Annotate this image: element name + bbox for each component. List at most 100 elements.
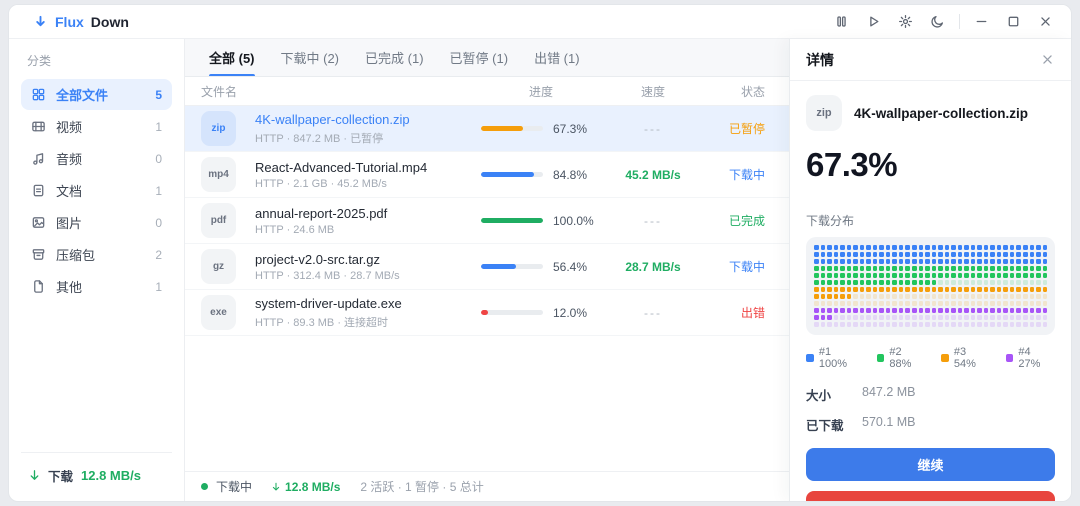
sidebar-item-音频[interactable]: 音频 0: [21, 143, 172, 174]
sidebar-item-其他[interactable]: 其他 1: [21, 271, 172, 302]
distribution-cell: [925, 294, 930, 299]
table-row[interactable]: pdf annual-report-2025.pdf HTTP · 24.6 MB 1…: [185, 198, 789, 244]
distribution-cell: [944, 273, 950, 278]
table-row[interactable]: zip 4K-wallpaper-collection.zip HTTP · 847…: [185, 106, 789, 152]
table-row[interactable]: mp4 React-Advanced-Tutorial.mp4 HTTP · 2.1…: [185, 152, 789, 198]
distribution-cell: [1009, 301, 1015, 306]
sidebar-item-label: 全部文件: [56, 88, 109, 103]
distribution-cell: [996, 301, 1002, 306]
sidebar: 分类 全部文件 5 视频 1 音频 0 文档 1 图片 0 压缩包 2 其他 1 下载 12.8 MB/s: [9, 39, 185, 501]
distribution-cell: [898, 245, 904, 250]
distribution-cell: [1003, 266, 1008, 271]
distribution-cell: [918, 280, 924, 285]
close-icon[interactable]: [1038, 14, 1053, 29]
sidebar-item-压缩包[interactable]: 压缩包 2: [21, 239, 172, 270]
table-header: 文件名 进度 速度 状态: [185, 77, 789, 106]
distribution-cell: [983, 259, 989, 264]
pause-icon[interactable]: [834, 14, 849, 29]
distribution-cell: [1023, 266, 1028, 271]
maximize-icon[interactable]: [1006, 14, 1021, 29]
sidebar-footer: 下载 12.8 MB/s: [21, 452, 172, 487]
distribution-cell: [885, 322, 891, 327]
distribution-cell: [957, 308, 963, 313]
distribution-cell: [833, 273, 839, 278]
detail-percent: 67.3%: [806, 146, 898, 183]
sidebar-item-文档[interactable]: 文档 1: [21, 175, 172, 206]
distribution-cell: [957, 245, 963, 250]
file-info: 大小 847.2 MB 已下载 570.1 MB: [806, 385, 1055, 434]
distribution-cell: [931, 294, 937, 299]
distribution-cell: [957, 294, 963, 299]
tab-出错[interactable]: 出错 (1): [534, 39, 580, 76]
distribution-cell: [814, 301, 819, 306]
sidebar-item-图片[interactable]: 图片 0: [21, 207, 172, 238]
distribution-label: 下载分布: [806, 214, 855, 228]
distribution-cell: [892, 315, 897, 320]
distribution-cell: [996, 273, 1002, 278]
distribution-cell: [1009, 273, 1015, 278]
legend-item: #3 54%: [941, 346, 991, 370]
progress-fill: [481, 310, 489, 315]
distribution-cell: [1003, 252, 1008, 257]
distribution-cell: [944, 266, 950, 271]
distribution-cell: [977, 245, 982, 250]
distribution-cell: [990, 245, 995, 250]
distribution-cell: [951, 294, 956, 299]
distribution-cell: [898, 273, 904, 278]
distribution-cell: [983, 266, 989, 271]
column-header-filename: 文件名: [201, 84, 238, 99]
distribution-cell: [951, 273, 956, 278]
tab-下载中[interactable]: 下载中 (2): [281, 39, 340, 76]
distribution-cell: [996, 259, 1002, 264]
distribution-cell: [931, 266, 937, 271]
distribution-cell: [853, 252, 858, 257]
sidebar-item-全部文件[interactable]: 全部文件 5: [21, 79, 172, 110]
distribution-cell: [840, 322, 845, 327]
table-row[interactable]: exe system-driver-update.exe HTTP · 89.3 M…: [185, 290, 789, 336]
delete-button[interactable]: 删除: [806, 491, 1055, 501]
distribution-cell: [925, 252, 930, 257]
minimize-icon[interactable]: [974, 14, 989, 29]
category-list: 全部文件 5 视频 1 音频 0 文档 1 图片 0 压缩包 2 其他 1: [21, 79, 172, 302]
distribution-cell: [840, 266, 845, 271]
distribution-cell: [846, 322, 852, 327]
play-icon[interactable]: [866, 14, 881, 29]
settings-icon[interactable]: [898, 14, 913, 29]
distribution-cell: [820, 266, 826, 271]
table-row[interactable]: gz project-v2.0-src.tar.gz HTTP · 312.4 MB…: [185, 244, 789, 290]
sidebar-item-label: 其他: [56, 280, 83, 295]
distribution-cell: [938, 266, 943, 271]
file-icon: [31, 279, 46, 294]
distribution-cell: [1042, 301, 1048, 306]
distribution-cell: [1036, 294, 1041, 299]
progress-bar: [481, 310, 543, 315]
distribution-cell: [964, 301, 969, 306]
distribution-cell: [970, 308, 976, 313]
progress-fill: [481, 264, 516, 269]
distribution-cell: [1036, 287, 1041, 292]
sidebar-item-视频[interactable]: 视频 1: [21, 111, 172, 142]
distribution-cell: [911, 308, 917, 313]
distribution-cell: [996, 287, 1002, 292]
distribution-cell: [866, 273, 871, 278]
distribution-cell: [1029, 322, 1035, 327]
tab-已暂停[interactable]: 已暂停 (1): [450, 39, 509, 76]
progress-percent: 12.0%: [553, 305, 588, 320]
distribution-cell: [983, 294, 989, 299]
legend-swatch: [876, 354, 885, 362]
tab-已完成[interactable]: 已完成 (1): [365, 39, 424, 76]
distribution-cell: [996, 266, 1002, 271]
distribution-cell: [1023, 308, 1028, 313]
file-name: system-driver-update.exe: [255, 295, 402, 311]
distribution-cell: [1029, 301, 1035, 306]
tab-全部[interactable]: 全部 (5): [209, 39, 255, 76]
distribution-cell: [1016, 315, 1021, 320]
theme-moon-icon[interactable]: [930, 14, 945, 29]
resume-button[interactable]: 继续: [806, 448, 1055, 481]
info-value: 847.2 MB: [862, 385, 916, 399]
download-list-panel: 全部 (5) 下载中 (2) 已完成 (1) 已暂停 (1) 出错 (1) 文件名 进度…: [185, 39, 789, 501]
close-icon[interactable]: [1040, 52, 1055, 67]
distribution-cell: [827, 301, 832, 306]
distribution-cell: [970, 315, 976, 320]
distribution-cell: [866, 315, 871, 320]
